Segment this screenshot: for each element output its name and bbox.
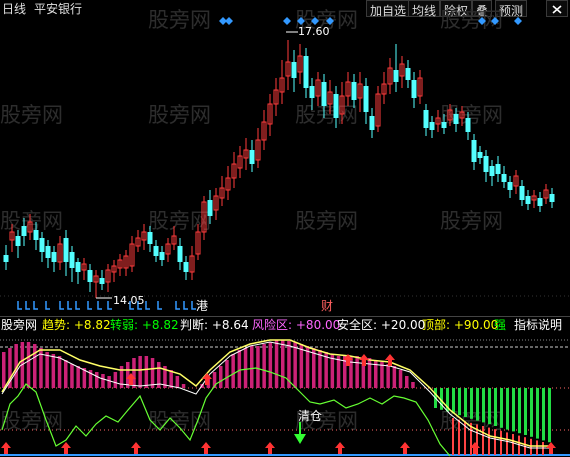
histogram-bar	[512, 388, 515, 432]
histogram-bar	[470, 388, 473, 419]
histogram-bar	[524, 388, 527, 435]
histogram-bar	[530, 438, 532, 455]
histogram-bar	[107, 376, 111, 388]
histogram-bar	[76, 366, 80, 388]
histogram-bar	[464, 388, 467, 417]
buy-signal-arrow-icon	[335, 442, 345, 454]
histogram-bar	[488, 427, 490, 455]
histogram-bar	[542, 388, 545, 441]
histogram-bar	[243, 348, 248, 388]
histogram-bar	[488, 388, 491, 425]
histogram-bar	[336, 356, 341, 388]
sell-signal-arrow-icon	[294, 434, 306, 444]
buy-signal-arrow-icon	[131, 442, 141, 454]
histogram-bar	[2, 352, 6, 388]
buy-signal-arrow-icon	[400, 442, 410, 454]
histogram-bar	[476, 388, 479, 421]
histogram-bar	[293, 342, 297, 388]
buy-signal-arrow-icon	[265, 442, 275, 454]
histogram-bar	[380, 362, 384, 388]
histogram-bar	[144, 356, 149, 388]
histogram-bar	[274, 340, 279, 388]
histogram-bar	[512, 434, 514, 455]
histogram-bar	[231, 354, 235, 388]
histogram-bar	[506, 432, 508, 455]
histogram-bar	[536, 388, 539, 439]
histogram-bar	[452, 418, 454, 455]
histogram-bar	[398, 370, 403, 388]
histogram-bar	[256, 346, 260, 388]
indicator-chart[interactable]	[0, 0, 570, 457]
histogram-bar	[494, 429, 496, 455]
histogram-bar	[51, 354, 56, 388]
buy-signal-arrow-icon	[61, 442, 71, 454]
histogram-bar	[225, 360, 229, 388]
histogram-bar	[299, 344, 304, 388]
histogram-bar	[367, 358, 372, 388]
histogram-bar	[101, 374, 105, 388]
clear-position-signal-label: 清仓	[298, 409, 323, 423]
histogram-bar	[281, 340, 285, 388]
histogram-bar	[113, 372, 118, 388]
histogram-bar	[518, 388, 521, 434]
histogram-bar	[386, 364, 390, 388]
buy-signal-arrow-icon	[1, 442, 11, 454]
histogram-bar	[70, 364, 74, 388]
histogram-bar	[458, 388, 461, 416]
histogram-bar	[494, 388, 497, 426]
histogram-bar	[169, 370, 173, 388]
histogram-bar	[219, 366, 223, 388]
histogram-bar	[95, 372, 99, 388]
histogram-bar	[26, 342, 31, 388]
histogram-bar	[33, 344, 37, 388]
histogram-bar	[175, 376, 180, 388]
histogram-bar	[482, 388, 485, 423]
histogram-bar	[57, 356, 62, 388]
histogram-bar	[530, 388, 533, 437]
histogram-bar	[392, 366, 397, 388]
histogram-bar	[411, 382, 415, 388]
stock-chart-window: { "header": { "period": "日线", "stock_nam…	[0, 0, 570, 457]
histogram-bar	[237, 350, 242, 388]
histogram-bar	[126, 362, 130, 388]
histogram-bar	[506, 388, 509, 430]
histogram-bar	[268, 342, 273, 388]
histogram-bar	[500, 430, 502, 455]
histogram-bar	[458, 419, 460, 455]
histogram-bar	[181, 384, 186, 388]
histogram-bar	[138, 356, 142, 388]
histogram-bar	[64, 360, 68, 388]
histogram-bar	[45, 352, 49, 388]
histogram-bar	[305, 346, 310, 388]
histogram-bar	[262, 344, 266, 388]
histogram-bar	[250, 346, 254, 388]
histogram-bar	[548, 388, 551, 443]
histogram-bar	[150, 358, 155, 388]
buy-signal-arrow-icon	[201, 442, 211, 454]
histogram-bar	[482, 426, 484, 455]
histogram-bar	[355, 356, 359, 388]
histogram-bar	[405, 376, 409, 388]
buy-signal-arrow-icon	[546, 442, 556, 454]
histogram-bar	[452, 388, 455, 414]
histogram-bar	[500, 388, 503, 428]
